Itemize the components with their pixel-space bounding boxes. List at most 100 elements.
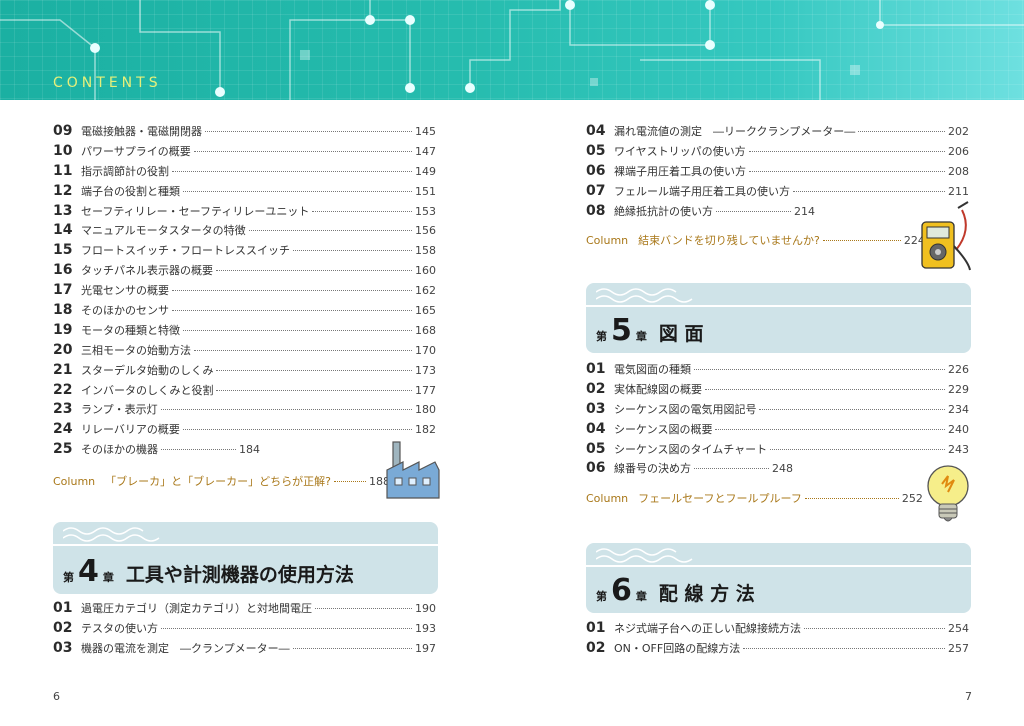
page-number: 234 — [948, 402, 969, 416]
column-entry[interactable]: Column 結束バンドを切り残していませんか? 224 — [586, 232, 925, 248]
toc-entry[interactable]: 13 セーフティリレー・セーフティリレーユニット 153 — [53, 203, 436, 223]
toc-entry[interactable]: 01 過電圧カテゴリ（測定カテゴリ）と対地間電圧 190 — [53, 600, 436, 620]
toc-entry[interactable]: 07 フェルール端子用圧着工具の使い方 211 — [586, 183, 969, 203]
toc-list-right-ch6: 01 ネジ式端子台への正しい配線接続方法 254 02 ON・OFF回路の配線方法 257 — [586, 620, 969, 660]
chapter-prefix: 第 — [63, 571, 74, 584]
page-number: 229 — [948, 382, 969, 396]
leader-dots — [216, 369, 412, 371]
entry-number: 06 — [586, 460, 606, 477]
entry-title: インバータのしくみと役割 — [81, 383, 214, 397]
entry-number: 16 — [53, 262, 73, 279]
toc-entry[interactable]: 16 タッチパネル表示器の概要 160 — [53, 262, 436, 282]
entry-number: 25 — [53, 441, 73, 458]
toc-entry[interactable]: 04 シーケンス図の概要 240 — [586, 421, 969, 441]
toc-entry[interactable]: 23 ランプ・表示灯 180 — [53, 401, 436, 421]
toc-entry[interactable]: 10 パワーサプライの概要 147 — [53, 143, 436, 163]
page-number: 208 — [948, 164, 969, 178]
entry-title: 絶縁抵抗計の使い方 — [614, 204, 713, 218]
toc-entry[interactable]: 21 スターデルタ始動のしくみ 173 — [53, 362, 436, 382]
toc-entry[interactable]: 22 インバータのしくみと役割 177 — [53, 382, 436, 402]
toc-entry[interactable]: 11 指示調節計の役割 149 — [53, 163, 436, 183]
toc-entry[interactable]: 09 電磁接触器・電磁開閉器 145 — [53, 123, 436, 143]
leader-dots — [172, 310, 412, 312]
entry-number: 13 — [53, 202, 73, 219]
leader-dots — [748, 150, 945, 152]
entry-title: タッチパネル表示器の概要 — [81, 264, 213, 278]
page-number: 206 — [948, 144, 969, 158]
toc-entry[interactable]: 20 三相モータの始動方法 170 — [53, 342, 436, 362]
leader-dots — [749, 170, 945, 172]
leader-dots — [194, 349, 412, 351]
toc-entry[interactable]: 01 電気図面の種類 226 — [586, 361, 969, 381]
toc-entry[interactable]: 24 リレーバリアの概要 182 — [53, 421, 436, 441]
chapter-title: 配 線 方 法 — [658, 583, 755, 605]
chapter-prefix: 第 — [596, 330, 607, 343]
entry-number: 05 — [586, 440, 606, 457]
leader-dots — [183, 329, 412, 331]
toc-entry[interactable]: 05 シーケンス図のタイムチャート 243 — [586, 441, 969, 461]
entry-title: シーケンス図の電気用図記号 — [614, 402, 757, 416]
entry-number: 02 — [586, 639, 606, 656]
chapter-5-heading: 第 5 章 図 面 — [586, 283, 971, 353]
toc-entry[interactable]: 12 端子台の役割と種類 151 — [53, 183, 436, 203]
leader-dots — [161, 627, 412, 629]
chapter-prefix: 第 — [596, 590, 607, 603]
page-number: 257 — [948, 641, 969, 655]
entry-title: 実体配線図の概要 — [614, 382, 702, 396]
toc-entry[interactable]: 25 そのほかの機器 184 — [53, 441, 436, 461]
toc-entry[interactable]: 03 機器の電流を測定 ―クランプメーター― 197 — [53, 640, 436, 660]
leader-dots — [694, 369, 945, 370]
page-number: 202 — [948, 125, 969, 138]
chapter-suffix: 章 — [102, 571, 114, 584]
leader-dots — [205, 131, 412, 132]
toc-entry[interactable]: 08 絶縁抵抗計の使い方 214 — [586, 203, 969, 223]
toc-list-right-ch5: 01 電気図面の種類 226 02 実体配線図の概要 229 03 シーケンス図の電気用図記号… — [586, 361, 969, 480]
leader-dots — [743, 647, 945, 649]
toc-entry[interactable]: 03 シーケンス図の電気用図記号 234 — [586, 401, 969, 421]
leader-dots — [172, 170, 412, 172]
toc-entry[interactable]: 19 モータの種類と特徴 168 — [53, 322, 436, 342]
toc-entry[interactable]: 14 マニュアルモータスタータの特徴 156 — [53, 222, 436, 242]
page-number: 156 — [415, 224, 436, 238]
toc-entry[interactable]: 18 そのほかのセンサ 165 — [53, 302, 436, 322]
toc-entry[interactable]: 15 フロートスイッチ・フロートレススイッチ 158 — [53, 242, 436, 262]
entry-number: 02 — [53, 619, 73, 636]
factory-icon — [386, 441, 440, 499]
toc-list-left: 09 電磁接触器・電磁開閉器 145 10 パワーサプライの概要 147 11 指示調節計の役… — [53, 123, 436, 461]
toc-entry[interactable]: 17 光電センサの概要 162 — [53, 282, 436, 302]
toc-entry[interactable]: 04 漏れ電流値の測定 ―リーククランプメーター― 202 — [586, 123, 969, 143]
toc-entry[interactable]: 01 ネジ式端子台への正しい配線接続方法 254 — [586, 620, 969, 640]
page-number: 190 — [415, 602, 436, 615]
entry-title: フェルール端子用圧着工具の使い方 — [614, 184, 790, 198]
leader-dots — [248, 230, 412, 232]
toc-list-right: 04 漏れ電流値の測定 ―リーククランプメーター― 202 05 ワイヤストリッパの使い… — [586, 123, 969, 222]
entry-number: 07 — [586, 182, 606, 199]
toc-entry[interactable]: 06 線番号の決め方 248 — [586, 460, 969, 480]
leader-dots — [160, 409, 412, 411]
chapter-number: 4 — [78, 554, 99, 589]
column-entry[interactable]: Column 「ブレーカ」と「ブレーカー」どちらが正解? 188 — [53, 473, 390, 489]
leader-dots — [216, 389, 412, 391]
entry-title: セーフティリレー・セーフティリレーユニット — [81, 204, 310, 218]
toc-entry[interactable]: 02 ON・OFF回路の配線方法 257 — [586, 640, 969, 660]
entry-number: 22 — [53, 381, 73, 398]
page-number: 177 — [415, 383, 436, 397]
chapter-title: 工具や計測機器の使用方法 — [125, 564, 354, 586]
toc-entry[interactable]: 06 裸端子用圧着工具の使い方 208 — [586, 163, 969, 183]
entry-number: 05 — [586, 142, 606, 159]
leader-dots — [822, 240, 901, 241]
toc-entry[interactable]: 02 実体配線図の概要 229 — [586, 381, 969, 401]
entry-number: 11 — [53, 162, 73, 179]
leader-dots — [172, 290, 412, 292]
page-number-right: 7 — [965, 690, 972, 703]
wave-decoration — [596, 288, 693, 303]
toc-entry[interactable]: 02 テスタの使い方 193 — [53, 620, 436, 640]
entry-number: 21 — [53, 361, 73, 378]
toc-entry[interactable]: 05 ワイヤストリッパの使い方 206 — [586, 143, 969, 163]
multimeter-icon — [921, 201, 971, 271]
entry-title: テスタの使い方 — [81, 621, 158, 635]
entry-number: 01 — [586, 620, 606, 636]
column-entry[interactable]: Column フェールセーフとフールプルーフ 252 — [586, 490, 923, 506]
entry-number: 02 — [586, 380, 606, 397]
entry-title: 指示調節計の役割 — [81, 164, 169, 178]
